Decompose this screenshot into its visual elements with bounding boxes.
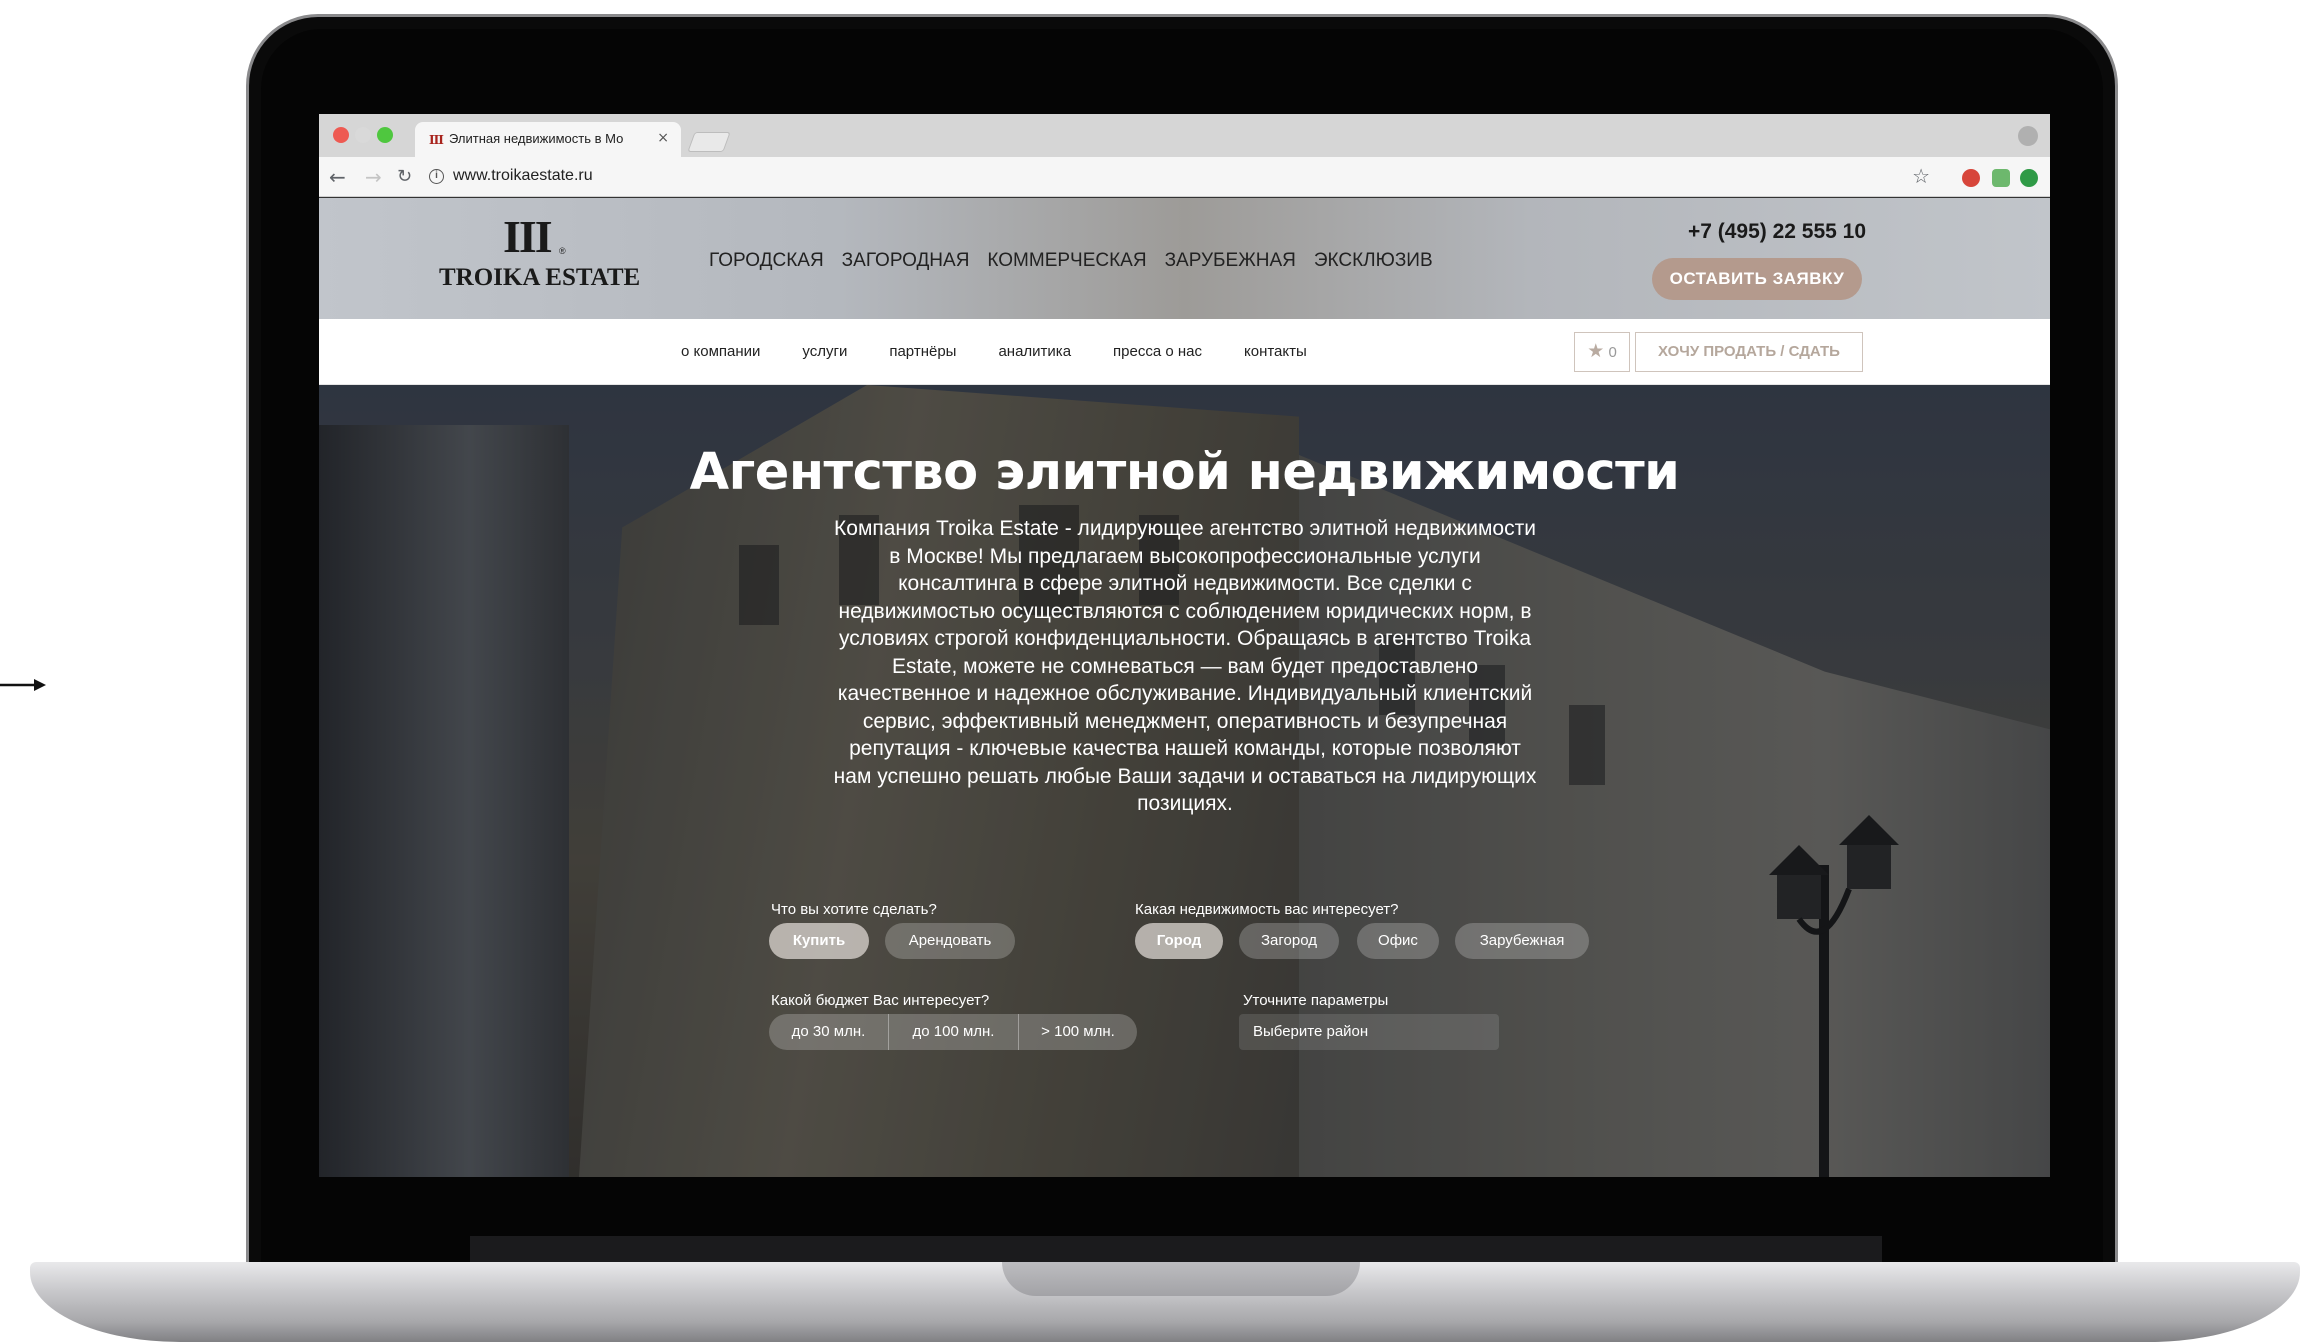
subnav-analytics[interactable]: аналитика [998,343,1071,360]
laptop-hinge [470,1236,1882,1264]
browser-toolbar: ← → ↻ i www.troikaestate.ru ☆ [319,157,2050,197]
filter-country-button[interactable]: Загород [1239,923,1339,959]
forward-arrow-icon[interactable]: → [365,165,382,189]
filter-rent-button[interactable]: Арендовать [885,923,1015,959]
filter-type-label: Какая недвижимость вас интересует? [1135,901,1399,918]
filter-foreign-button[interactable]: Зарубежная [1455,923,1589,959]
tab-close-icon[interactable]: × [657,130,669,146]
arrow-icon [0,679,46,691]
leave-request-button[interactable]: ОСТАВИТЬ ЗАЯВКУ [1652,258,1862,300]
logo-text: TROIKA ESTATE [439,264,641,291]
logo[interactable]: III ® TROIKA ESTATE [439,211,641,298]
address-bar[interactable]: i www.troikaestate.ru ☆ [429,162,1930,192]
logo-mark: III [503,211,553,262]
laptop-notch [1002,1262,1360,1296]
filter-city-button[interactable]: Город [1135,923,1223,959]
tab-title: Элитная недвижимость в Мо [449,131,624,146]
budget-100m-button[interactable]: до 100 млн. [889,1014,1019,1050]
favorites-count: 0 [1608,344,1617,361]
filter-buy-button[interactable]: Купить [769,923,869,959]
secondary-links: о компании услуги партнёры аналитика пре… [681,343,1307,360]
nav-item-exclusive[interactable]: ЭКСКЛЮЗИВ [1314,250,1433,272]
filter-office-button[interactable]: Офис [1357,923,1439,959]
hero-description: Компания Troika Estate - лидирующее аген… [833,517,1537,815]
hero-title: Агентство элитной недвижимости [689,443,1680,502]
laptop-screen: III Элитная недвижимость в Мо × ← → ↻ i … [319,114,2050,1177]
reload-icon[interactable]: ↻ [397,165,412,189]
budget-30m-button[interactable]: до 30 млн. [769,1014,889,1050]
window-minimize-button[interactable] [355,127,371,143]
secondary-nav: о компании услуги партнёры аналитика пре… [319,319,2050,385]
nav-item-city[interactable]: ГОРОДСКАЯ [709,250,824,272]
nav-item-foreign[interactable]: ЗАРУБЕЖНАЯ [1165,250,1296,272]
new-tab-button[interactable] [687,132,731,152]
window-close-button[interactable] [333,127,349,143]
extension-icon[interactable] [1962,169,1980,187]
nav-item-commercial[interactable]: КОММЕРЧЕСКАЯ [987,250,1146,272]
window-maximize-button[interactable] [377,127,393,143]
browser-tabstrip: III Элитная недвижимость в Мо × [319,114,2050,157]
url-text[interactable]: www.troikaestate.ru [453,167,593,185]
site-header: III ® TROIKA ESTATE ГОРОДСКАЯ ЗАГОРОДНАЯ… [319,198,2050,319]
page-stage: III Элитная недвижимость в Мо × ← → ↻ i … [0,0,2300,1342]
star-icon: ★ [1587,341,1605,362]
back-arrow-icon[interactable]: ← [329,165,346,189]
favicon-icon: III [429,133,444,147]
extension-icon[interactable] [2020,169,2038,187]
district-select[interactable]: Выберите район [1239,1014,1499,1050]
nav-item-country[interactable]: ЗАГОРОДНАЯ [842,250,970,272]
browser-tab[interactable]: III Элитная недвижимость в Мо × [415,122,681,157]
filter-budget-label: Какой бюджет Вас интересует? [771,992,990,1009]
subnav-services[interactable]: услуги [802,343,847,360]
phone-number[interactable]: +7 (495) 22 555 10 [1688,220,1866,244]
subnav-about[interactable]: о компании [681,343,760,360]
filter-action-label: Что вы хотите сделать? [771,901,937,918]
main-nav: ГОРОДСКАЯ ЗАГОРОДНАЯ КОММЕРЧЕСКАЯ ЗАРУБЕ… [709,250,1433,272]
bookmark-star-icon[interactable]: ☆ [1912,164,1930,188]
budget-over-100m-button[interactable]: > 100 млн. [1019,1014,1137,1050]
extension-icon[interactable] [1992,169,2010,187]
hero-section: Агентство элитной недвижимости Компания … [319,385,2050,1177]
subnav-contacts[interactable]: контакты [1244,343,1307,360]
filter-params-label: Уточните параметры [1243,992,1389,1009]
favorites-button[interactable]: ★ 0 [1574,332,1630,372]
profile-icon[interactable] [2018,126,2038,146]
subnav-press[interactable]: пресса о нас [1113,343,1202,360]
sell-rent-button[interactable]: ХОЧУ ПРОДАТЬ / СДАТЬ [1635,332,1863,372]
info-icon[interactable]: i [429,169,444,184]
logo-registered: ® [559,246,566,256]
subnav-partners[interactable]: партнёры [889,343,956,360]
